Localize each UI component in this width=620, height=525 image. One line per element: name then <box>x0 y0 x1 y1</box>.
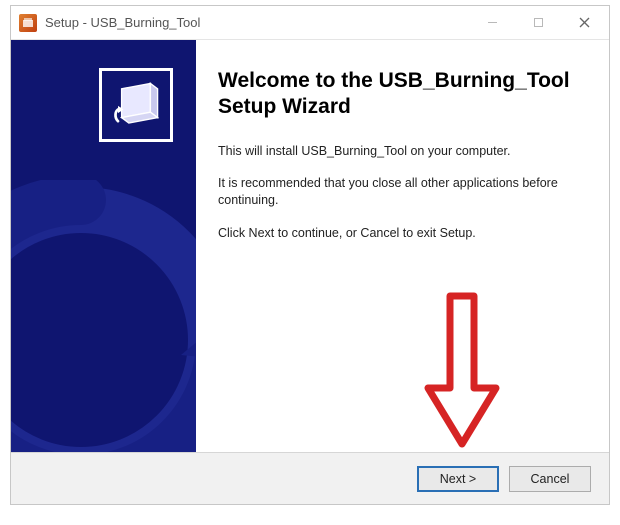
intro-text-3: Click Next to continue, or Cancel to exi… <box>218 225 581 242</box>
minimize-button[interactable] <box>469 8 515 38</box>
titlebar: Setup - USB_Burning_Tool <box>11 6 609 40</box>
banner-computer-icon <box>99 68 173 142</box>
cancel-button[interactable]: Cancel <box>509 466 591 492</box>
window-controls <box>469 8 607 38</box>
wizard-footer: Next > Cancel <box>11 452 609 504</box>
page-title: Welcome to the USB_Burning_Tool Setup Wi… <box>218 68 581 121</box>
next-button[interactable]: Next > <box>417 466 499 492</box>
wizard-body: Welcome to the USB_Burning_Tool Setup Wi… <box>11 40 609 452</box>
intro-text-1: This will install USB_Burning_Tool on yo… <box>218 143 581 160</box>
intro-text-2: It is recommended that you close all oth… <box>218 175 581 209</box>
maximize-button <box>515 8 561 38</box>
close-button[interactable] <box>561 8 607 38</box>
setup-wizard-window: Setup - USB_Burning_Tool <box>10 5 610 505</box>
app-icon <box>19 14 37 32</box>
window-title: Setup - USB_Burning_Tool <box>45 15 469 30</box>
side-banner <box>11 40 196 452</box>
banner-swirl-icon <box>11 180 196 452</box>
wizard-content: Welcome to the USB_Burning_Tool Setup Wi… <box>196 40 609 452</box>
